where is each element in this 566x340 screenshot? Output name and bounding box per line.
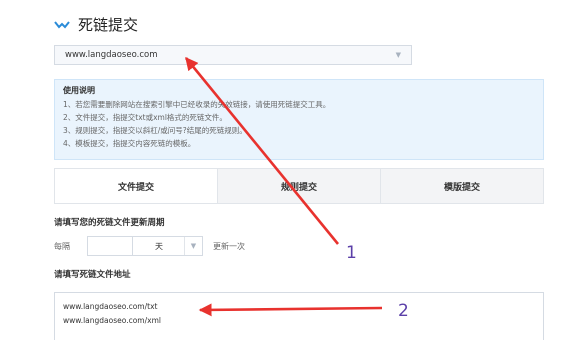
site-select[interactable]: www.langdaoseo.com ▼ (54, 45, 412, 65)
annotation-marker-1: 1 (346, 243, 357, 263)
period-suffix: 更新一次 (213, 241, 245, 251)
tab-rule-submit[interactable]: 规则提交 (217, 169, 380, 203)
usage-line: 4、模板提交，指提交内容死链的模板。 (63, 139, 196, 148)
chevron-down-icon: ▼ (395, 51, 401, 59)
usage-line: 2、文件提交，指提交txt或xml格式的死链文件。 (63, 113, 227, 122)
submit-type-tabs: 文件提交 规则提交 模版提交 (54, 168, 544, 204)
chevron-logo-icon (54, 20, 70, 28)
title-row: 死链提交 (54, 14, 138, 35)
period-days-input[interactable] (87, 236, 133, 256)
usage-title: 使用说明 (63, 86, 95, 95)
period-row: 每隔 天 ▼ 更新一次 (54, 236, 245, 256)
tab-template-submit[interactable]: 模版提交 (380, 169, 543, 203)
dead-link-url-textarea[interactable]: www.langdaoseo.com/txt www.langdaoseo.co… (54, 292, 544, 340)
usage-notice: 使用说明 1、若您需要删除网站在搜索引擎中已经收录的失效链接，请使用死链提交工具… (54, 79, 544, 160)
site-select-value: www.langdaoseo.com (65, 50, 158, 60)
period-unit-select[interactable]: 天 ▼ (133, 236, 203, 256)
page-title: 死链提交 (78, 16, 139, 34)
tab-file-submit[interactable]: 文件提交 (55, 169, 217, 203)
url-line: www.langdaoseo.com/xml (63, 316, 161, 325)
usage-line: 3、规则提交，指提交以斜杠/或问号?结尾的死链规则。 (63, 126, 247, 135)
chevron-down-icon: ▼ (184, 237, 202, 255)
period-unit-value: 天 (155, 241, 163, 251)
url-label: 请填写死链文件地址 (54, 270, 131, 280)
period-label: 请填写您的死链文件更新周期 (54, 218, 165, 228)
usage-line: 1、若您需要删除网站在搜索引擎中已经收录的失效链接，请使用死链提交工具。 (63, 100, 331, 109)
url-line: www.langdaoseo.com/txt (63, 302, 158, 311)
period-prefix: 每隔 (54, 241, 70, 251)
